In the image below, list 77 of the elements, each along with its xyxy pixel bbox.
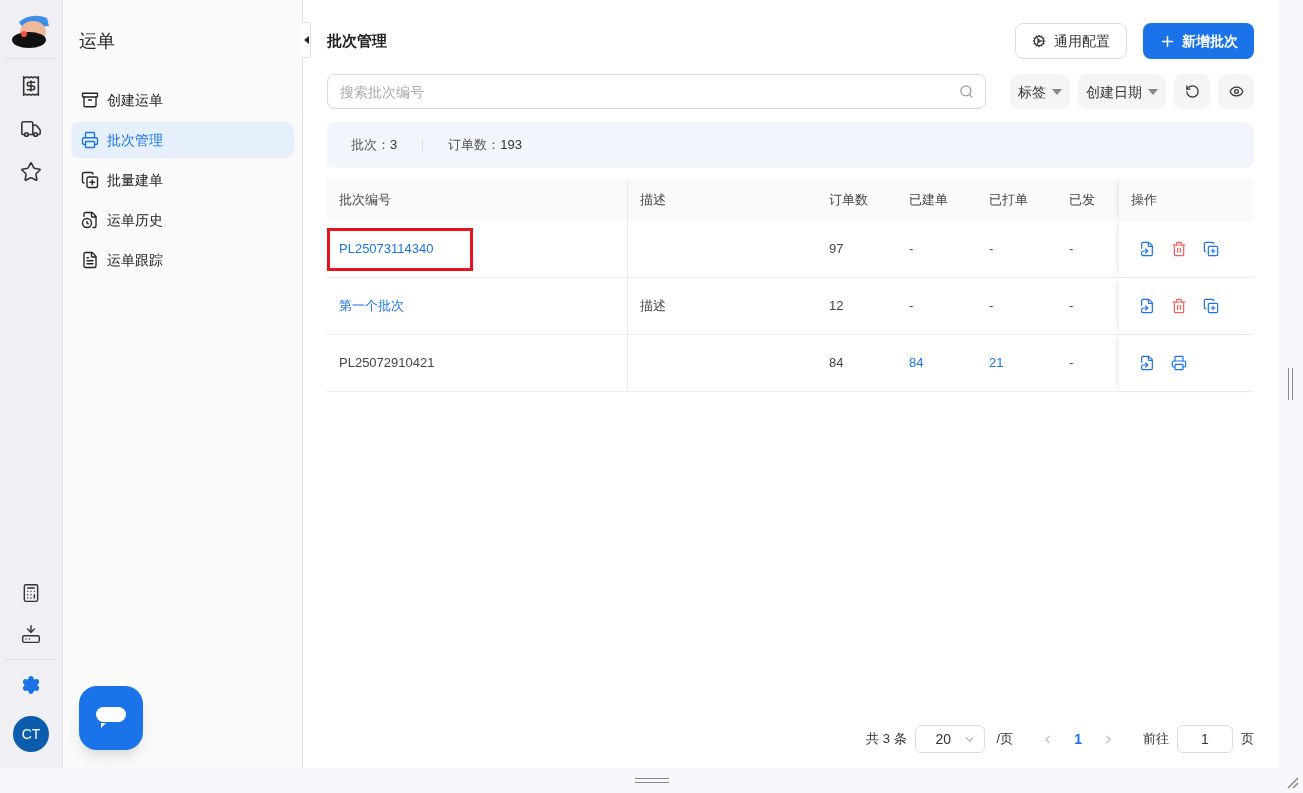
sidebar-title: 运单: [78, 30, 116, 53]
table-cell-text: 12: [829, 297, 844, 316]
total-count: 共 3 条: [866, 730, 907, 749]
truck-icon[interactable]: [20, 118, 42, 140]
column-header: 描述: [640, 191, 666, 210]
trash-icon[interactable]: [1171, 241, 1187, 257]
page-size-select[interactable]: 20: [914, 725, 985, 753]
table-cell-text: -: [909, 297, 914, 316]
sidebar-item[interactable]: 运单跟踪: [71, 242, 294, 278]
file-arrow-icon[interactable]: [1139, 298, 1155, 314]
search-icon: [959, 84, 974, 99]
table-link[interactable]: PL25073114340: [339, 239, 434, 259]
search-field[interactable]: 搜索批次编号: [327, 74, 986, 109]
column-header: 已发: [1069, 191, 1095, 210]
table-cell-text: -: [989, 240, 994, 259]
table-link[interactable]: 第一个批次: [339, 296, 404, 316]
printer-icon[interactable]: [1171, 355, 1187, 371]
table-cell-text: -: [1069, 354, 1074, 373]
table-link[interactable]: 21: [989, 353, 1004, 373]
add-batch-button[interactable]: 新增批次: [1143, 23, 1254, 59]
sidebar-item[interactable]: 批次管理: [71, 122, 294, 158]
receipt-icon[interactable]: [20, 75, 42, 97]
sidebar-item[interactable]: 创建运单: [71, 82, 294, 118]
page-title: 批次管理: [327, 30, 387, 51]
table-cell-text: -: [989, 297, 994, 316]
table-cell-text: 描述: [640, 297, 666, 316]
trash-icon[interactable]: [1171, 298, 1187, 314]
per-page-label: /页: [996, 730, 1014, 749]
table-cell-text: -: [1069, 240, 1074, 259]
download-icon[interactable]: [21, 624, 41, 644]
eye-icon: [1228, 84, 1244, 99]
calculator-icon[interactable]: [21, 583, 41, 603]
file-text-icon: [81, 251, 99, 269]
column-header: 批次编号: [339, 191, 391, 210]
chat-button[interactable]: [79, 686, 143, 750]
resize-grip-icon[interactable]: [1285, 775, 1299, 789]
table-cell-text: -: [1069, 297, 1074, 316]
column-header: 已建单: [909, 191, 948, 210]
summary-stat: 批次：3: [351, 136, 398, 155]
caret-icon: [1052, 88, 1062, 95]
page-suffix: 页: [1241, 730, 1254, 749]
copy-plus-icon[interactable]: [1203, 298, 1219, 314]
file-arrow-icon[interactable]: [1139, 355, 1155, 371]
filter-dropdown[interactable]: 创建日期: [1078, 74, 1166, 109]
page-number[interactable]: 1: [1074, 729, 1082, 749]
table-cell-text: 84: [829, 354, 844, 373]
goto-page-field[interactable]: 1: [1177, 725, 1233, 753]
copy-plus-icon: [81, 171, 99, 189]
column-header: 订单数: [829, 191, 868, 210]
user-avatar[interactable]: CT: [13, 716, 49, 752]
star-icon[interactable]: [20, 161, 42, 183]
copy-plus-icon[interactable]: [1203, 241, 1219, 257]
archive-icon: [81, 91, 99, 109]
resize-handle[interactable]: [634, 778, 669, 783]
table-link[interactable]: 84: [909, 353, 924, 373]
caret-icon: [1148, 88, 1158, 95]
sidebar-item[interactable]: 运单历史: [71, 202, 294, 238]
chat-bubble-icon: [94, 705, 128, 731]
table-cell-text: -: [909, 240, 914, 259]
table-cell-text: PL25072910421: [339, 354, 435, 373]
reset-button[interactable]: [1174, 74, 1210, 109]
filter-dropdown[interactable]: 标签: [1010, 74, 1070, 109]
resize-handle[interactable]: [1288, 368, 1293, 400]
view-button[interactable]: [1218, 74, 1254, 109]
printer-icon: [81, 131, 99, 149]
sidebar-item[interactable]: 批量建单: [71, 162, 294, 198]
file-clock-icon: [81, 211, 99, 229]
settings-icon: [1032, 34, 1046, 48]
summary-stat: 订单数：193: [448, 136, 522, 155]
column-header: 已打单: [989, 191, 1028, 210]
config-button[interactable]: 通用配置: [1015, 23, 1127, 59]
settings-icon[interactable]: [21, 675, 41, 695]
table-cell-text: 97: [829, 240, 844, 259]
file-arrow-icon[interactable]: [1139, 241, 1155, 257]
reset-icon: [1184, 84, 1200, 99]
column-header: 操作: [1131, 191, 1157, 210]
goto-label: 前往: [1143, 730, 1169, 749]
